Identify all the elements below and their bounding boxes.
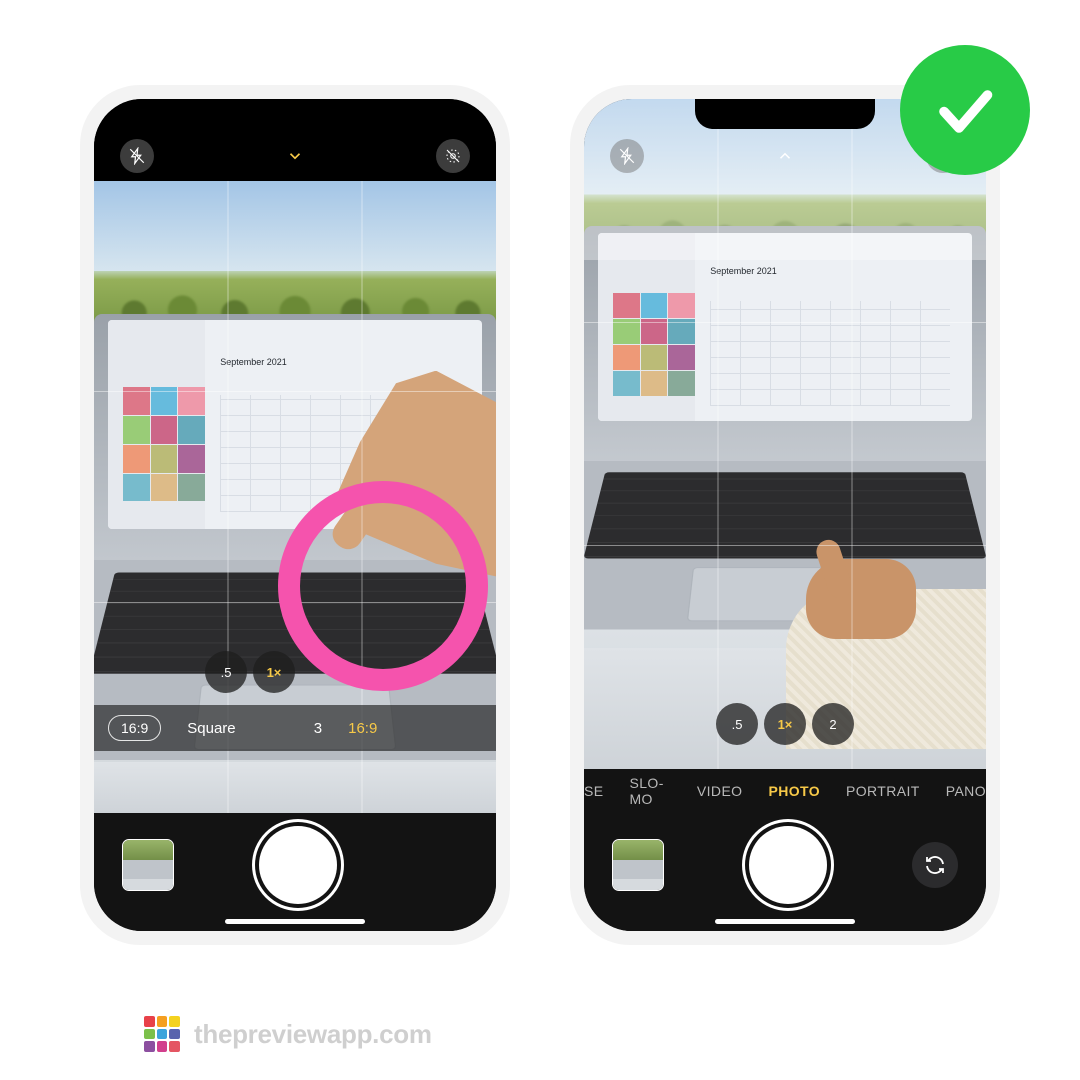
home-indicator[interactable]	[225, 919, 365, 924]
zoom-0-5x[interactable]: .5	[205, 651, 247, 693]
camera-viewfinder[interactable]: September 2021 .5 1× 16:9 Square 3	[94, 181, 496, 813]
zoom-2x[interactable]: 2	[812, 703, 854, 745]
shutter-button[interactable]	[259, 826, 337, 904]
camera-mode-row[interactable]: SE SLO-MO VIDEO PHOTO PORTRAIT PANO	[584, 769, 986, 813]
zoom-0-5x[interactable]: .5	[716, 703, 758, 745]
mode-slomo[interactable]: SLO-MO	[629, 775, 670, 807]
phone-notch	[695, 99, 875, 129]
shutter-button[interactable]	[749, 826, 827, 904]
format-picker: 16:9 Square 3 16:9	[94, 705, 496, 751]
chevron-down-icon[interactable]	[278, 139, 312, 173]
format-chip[interactable]: 16:9	[108, 715, 161, 741]
camera-bottom-bar	[584, 813, 986, 931]
mode-video[interactable]: VIDEO	[697, 783, 743, 799]
phone-mockup-right: September 2021 .5 1× 2 SE SLO-MO	[570, 85, 1000, 945]
mode-pano[interactable]: PANO	[946, 783, 986, 799]
format-square[interactable]: Square	[187, 720, 235, 737]
gallery-thumbnail[interactable]	[122, 839, 174, 891]
switch-camera-icon	[923, 853, 947, 877]
phone-screen: September 2021 .5 1× 16:9 Square 3	[94, 99, 496, 931]
zoom-controls: .5 1× 2	[716, 703, 854, 745]
chevron-up-icon[interactable]	[768, 139, 802, 173]
attribution-text: thepreviewapp.com	[194, 1019, 432, 1050]
zoom-controls: .5 1×	[205, 651, 295, 693]
switch-camera-button[interactable]	[912, 842, 958, 888]
zoom-1x[interactable]: 1×	[764, 703, 806, 745]
gallery-thumbnail[interactable]	[612, 839, 664, 891]
checkmark-badge	[900, 45, 1030, 175]
check-icon	[929, 74, 1001, 146]
live-photo-off-icon[interactable]	[436, 139, 470, 173]
camera-bottom-bar	[94, 813, 496, 931]
format-16-9[interactable]: 16:9	[348, 720, 377, 737]
phone-mockup-left: September 2021 .5 1× 16:9 Square 3	[80, 85, 510, 945]
mode-portrait[interactable]: PORTRAIT	[846, 783, 920, 799]
flash-off-icon[interactable]	[120, 139, 154, 173]
mode-timelapse-partial[interactable]: SE	[584, 783, 603, 799]
camera-viewfinder[interactable]: September 2021 .5 1× 2	[584, 99, 986, 769]
logo-icon	[144, 1016, 180, 1052]
mode-photo[interactable]: PHOTO	[768, 783, 820, 799]
laptop-calendar-title: September 2021	[220, 357, 287, 367]
zoom-1x[interactable]: 1×	[253, 651, 295, 693]
phone-screen: September 2021 .5 1× 2 SE SLO-MO	[584, 99, 986, 931]
attribution: thepreviewapp.com	[144, 1016, 432, 1052]
home-indicator[interactable]	[715, 919, 855, 924]
format-4-3[interactable]: 3	[314, 720, 322, 737]
phone-notch	[205, 99, 385, 129]
laptop-calendar-title: September 2021	[710, 266, 777, 276]
flash-off-icon[interactable]	[610, 139, 644, 173]
